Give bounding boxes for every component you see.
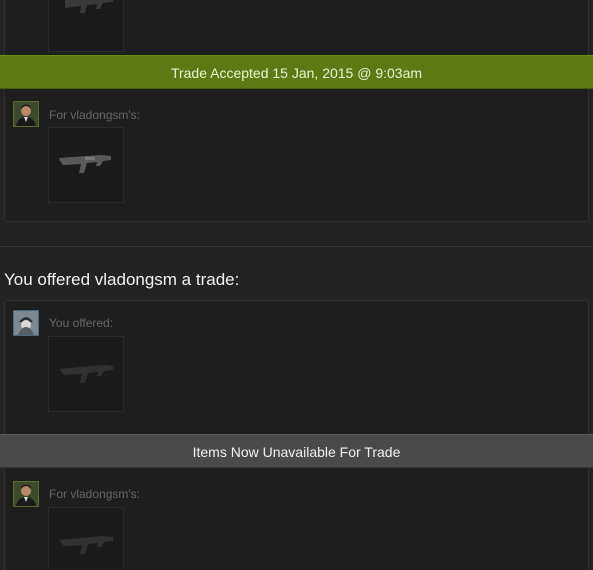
avatar-suit-icon (14, 102, 38, 126)
for-user-label: For vladongsm's: (49, 108, 140, 122)
item-slot[interactable] (48, 127, 124, 203)
item-slot[interactable] (48, 336, 124, 412)
rifle-icon (59, 155, 111, 173)
rifle-icon (59, 536, 113, 554)
rifle-icon (65, 0, 113, 13)
item-slot[interactable] (48, 507, 124, 567)
for-user-label: For vladongsm's: (49, 487, 140, 501)
you-offered-label: You offered: (49, 316, 114, 330)
trade-offer-heading: You offered vladongsm a trade: (4, 270, 240, 289)
avatar-suit-icon (14, 482, 38, 506)
trade-accepted-banner: Trade Accepted 15 Jan, 2015 @ 9:03am (0, 55, 593, 89)
item-slot[interactable] (48, 0, 124, 52)
avatar[interactable] (13, 101, 39, 127)
items-unavailable-banner: Items Now Unavailable For Trade (0, 434, 593, 468)
avatar[interactable] (13, 481, 39, 507)
section-divider (0, 246, 593, 247)
rifle-icon (59, 365, 113, 383)
avatar-helmet-icon (14, 311, 38, 335)
avatar[interactable] (13, 310, 39, 336)
